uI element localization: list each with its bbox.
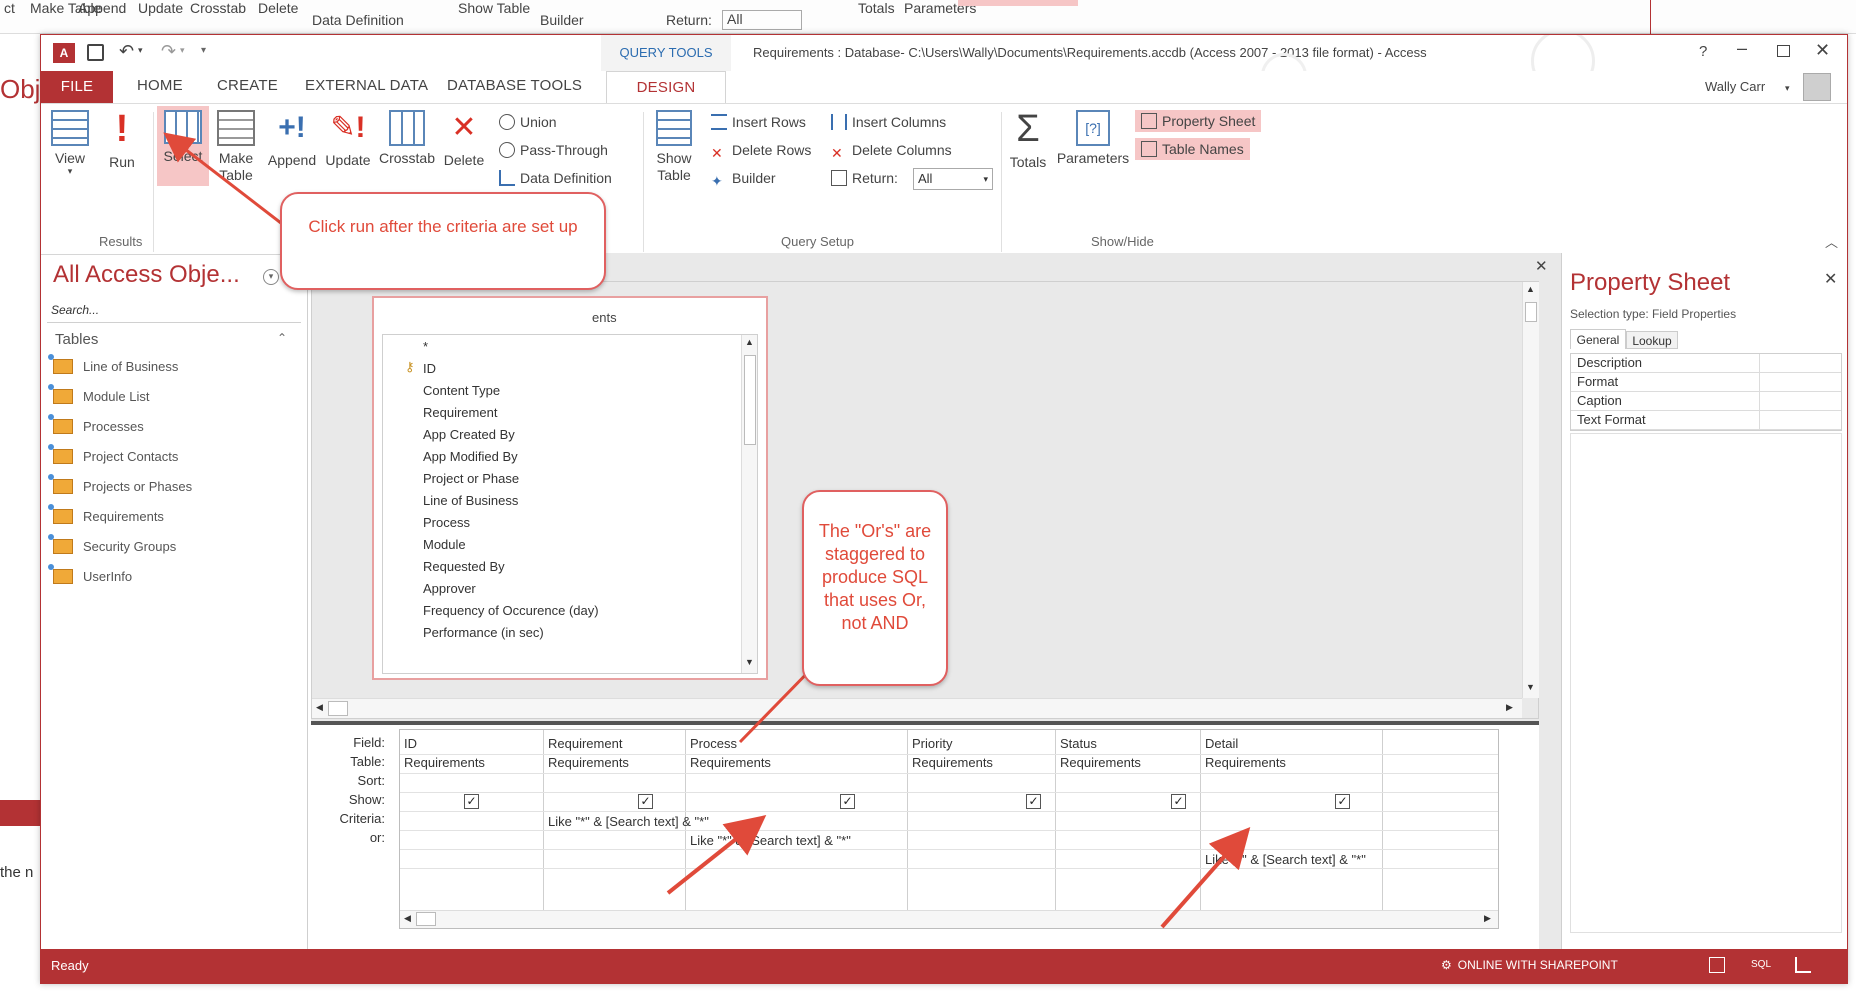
arrow-to-run	[163, 132, 291, 232]
arrow-to-process-or	[666, 815, 767, 895]
callout-ors: The "Or's" are staggered to produce SQL …	[802, 490, 948, 686]
arrow-to-detail-or	[1160, 827, 1251, 929]
callout-run: Click run after the criteria are set up	[280, 192, 606, 290]
